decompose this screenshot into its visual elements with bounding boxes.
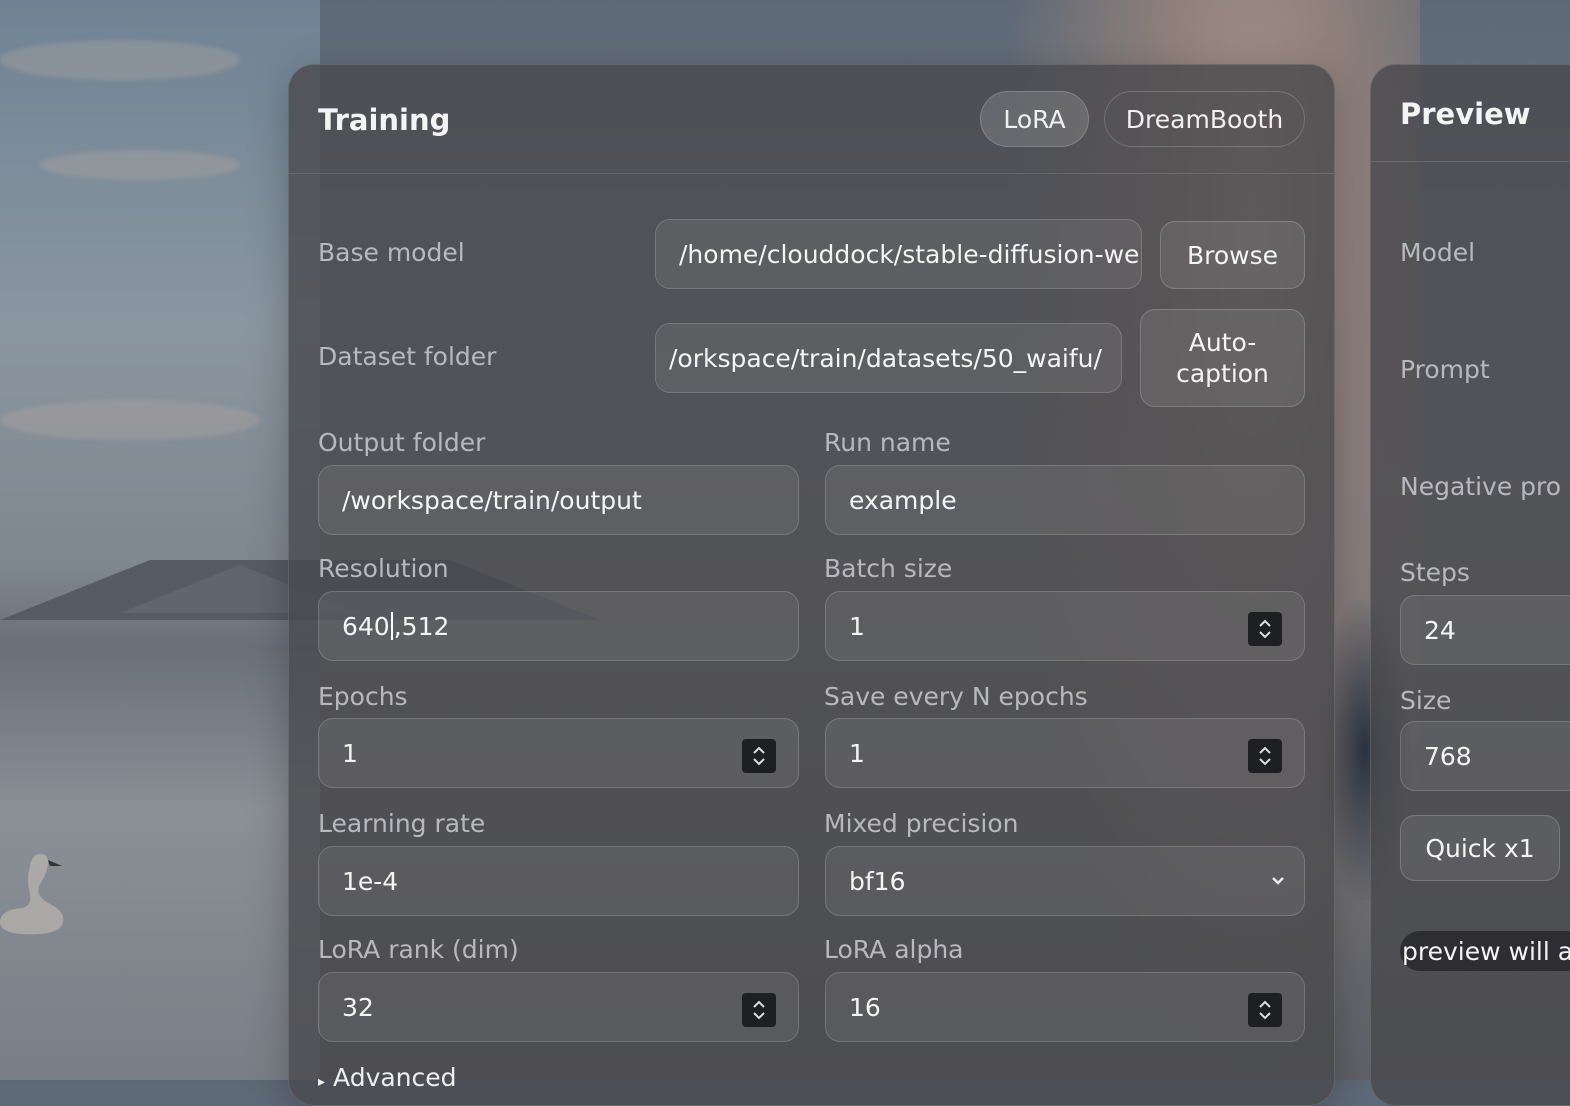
mixed-precision-select[interactable]: bf16: [825, 846, 1305, 916]
tab-lora[interactable]: LoRA: [980, 91, 1089, 147]
preview-steps-label: Steps: [1400, 558, 1470, 587]
lora-rank-input[interactable]: 32: [318, 972, 799, 1042]
stepper-arrows-icon: [1259, 619, 1271, 639]
panel-title: Training: [318, 103, 451, 137]
learning-rate-label: Learning rate: [318, 809, 486, 838]
base-model-label: Base model: [318, 238, 465, 267]
dataset-folder-label: Dataset folder: [318, 342, 497, 371]
epochs-stepper[interactable]: [742, 739, 776, 773]
auto-caption-line2: caption: [1176, 359, 1269, 388]
save-every-stepper[interactable]: [1248, 739, 1282, 773]
chevron-down-icon: [1272, 877, 1284, 885]
cloud-shape: [40, 150, 240, 180]
output-folder-label: Output folder: [318, 428, 486, 457]
lora-alpha-input[interactable]: 16: [825, 972, 1305, 1042]
lora-rank-stepper[interactable]: [742, 993, 776, 1027]
preview-header: Preview: [1371, 65, 1570, 162]
epochs-input[interactable]: 1: [318, 718, 799, 788]
browse-button[interactable]: Browse: [1160, 221, 1305, 289]
sky-illustration: [0, 0, 320, 1080]
preview-status-note: preview will a: [1400, 931, 1570, 971]
batch-size-stepper[interactable]: [1248, 612, 1282, 646]
stepper-arrows-icon: [1259, 1000, 1271, 1020]
output-folder-input[interactable]: /workspace/train/output: [318, 465, 799, 535]
dataset-folder-input[interactable]: /orkspace/train/datasets/50_waifu/: [655, 323, 1122, 393]
swan-illustration: [0, 854, 64, 935]
training-panel: Training LoRA DreamBooth Base model /hom…: [288, 64, 1335, 1106]
mixed-precision-label: Mixed precision: [824, 809, 1019, 838]
resolution-label: Resolution: [318, 554, 449, 583]
cloud-shape: [0, 400, 260, 440]
lora-alpha-label: LoRA alpha: [824, 935, 964, 964]
text-caret: [390, 612, 393, 640]
auto-caption-button[interactable]: Auto- caption: [1140, 309, 1305, 407]
preview-negative-label: Negative pro: [1400, 472, 1562, 501]
preview-model-label: Model: [1400, 238, 1476, 267]
cloud-shape: [0, 40, 240, 80]
batch-size-label: Batch size: [824, 554, 953, 583]
stepper-arrows-icon: [1259, 746, 1271, 766]
auto-caption-line1: Auto-: [1188, 328, 1257, 357]
preview-prompt-label: Prompt: [1400, 355, 1490, 384]
training-header: Training LoRA DreamBooth: [289, 65, 1334, 174]
save-every-label: Save every N epochs: [824, 682, 1088, 711]
preview-size-input[interactable]: 768: [1400, 721, 1570, 791]
preview-panel: Preview Model Prompt Negative pro Steps …: [1370, 64, 1570, 1106]
preview-steps-input[interactable]: 24: [1400, 595, 1570, 665]
lora-alpha-stepper[interactable]: [1248, 993, 1282, 1027]
quick-x1-button[interactable]: Quick x1: [1400, 815, 1560, 881]
stepper-arrows-icon: [753, 746, 765, 766]
stepper-arrows-icon: [753, 1000, 765, 1020]
batch-size-input[interactable]: 1: [825, 591, 1305, 661]
advanced-toggle[interactable]: ▸ Advanced: [318, 1063, 457, 1092]
preview-size-label: Size: [1400, 686, 1452, 715]
disclosure-triangle-icon: ▸: [318, 1074, 326, 1090]
resolution-input[interactable]: 640,512: [318, 591, 799, 661]
run-name-label: Run name: [824, 428, 951, 457]
save-every-input[interactable]: 1: [825, 718, 1305, 788]
lora-rank-label: LoRA rank (dim): [318, 935, 519, 964]
tab-dreambooth[interactable]: DreamBooth: [1104, 91, 1305, 147]
epochs-label: Epochs: [318, 682, 408, 711]
base-model-input[interactable]: /home/clouddock/stable-diffusion-we: [655, 219, 1142, 289]
learning-rate-input[interactable]: 1e-4: [318, 846, 799, 916]
run-name-input[interactable]: example: [825, 465, 1305, 535]
preview-title: Preview: [1400, 97, 1531, 131]
